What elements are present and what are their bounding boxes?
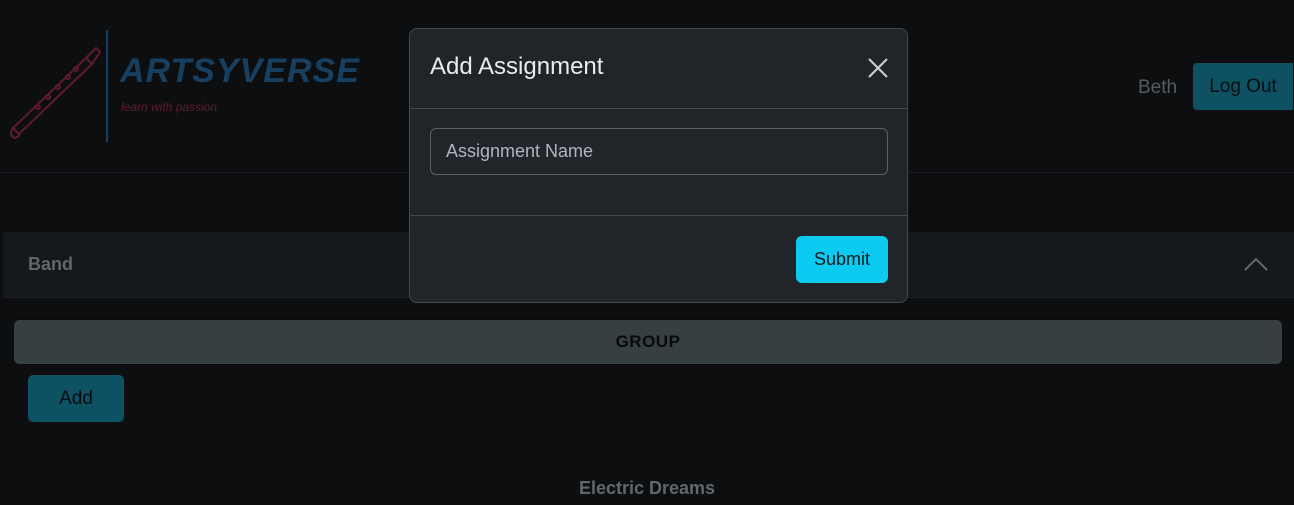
- modal-header: Add Assignment: [410, 29, 907, 109]
- assignment-name-input[interactable]: [430, 128, 888, 175]
- modal-title: Add Assignment: [430, 53, 604, 80]
- close-icon[interactable]: [866, 56, 890, 80]
- modal-body: [410, 109, 907, 216]
- submit-button[interactable]: Submit: [796, 236, 888, 283]
- add-assignment-modal: Add Assignment Submit: [409, 28, 908, 303]
